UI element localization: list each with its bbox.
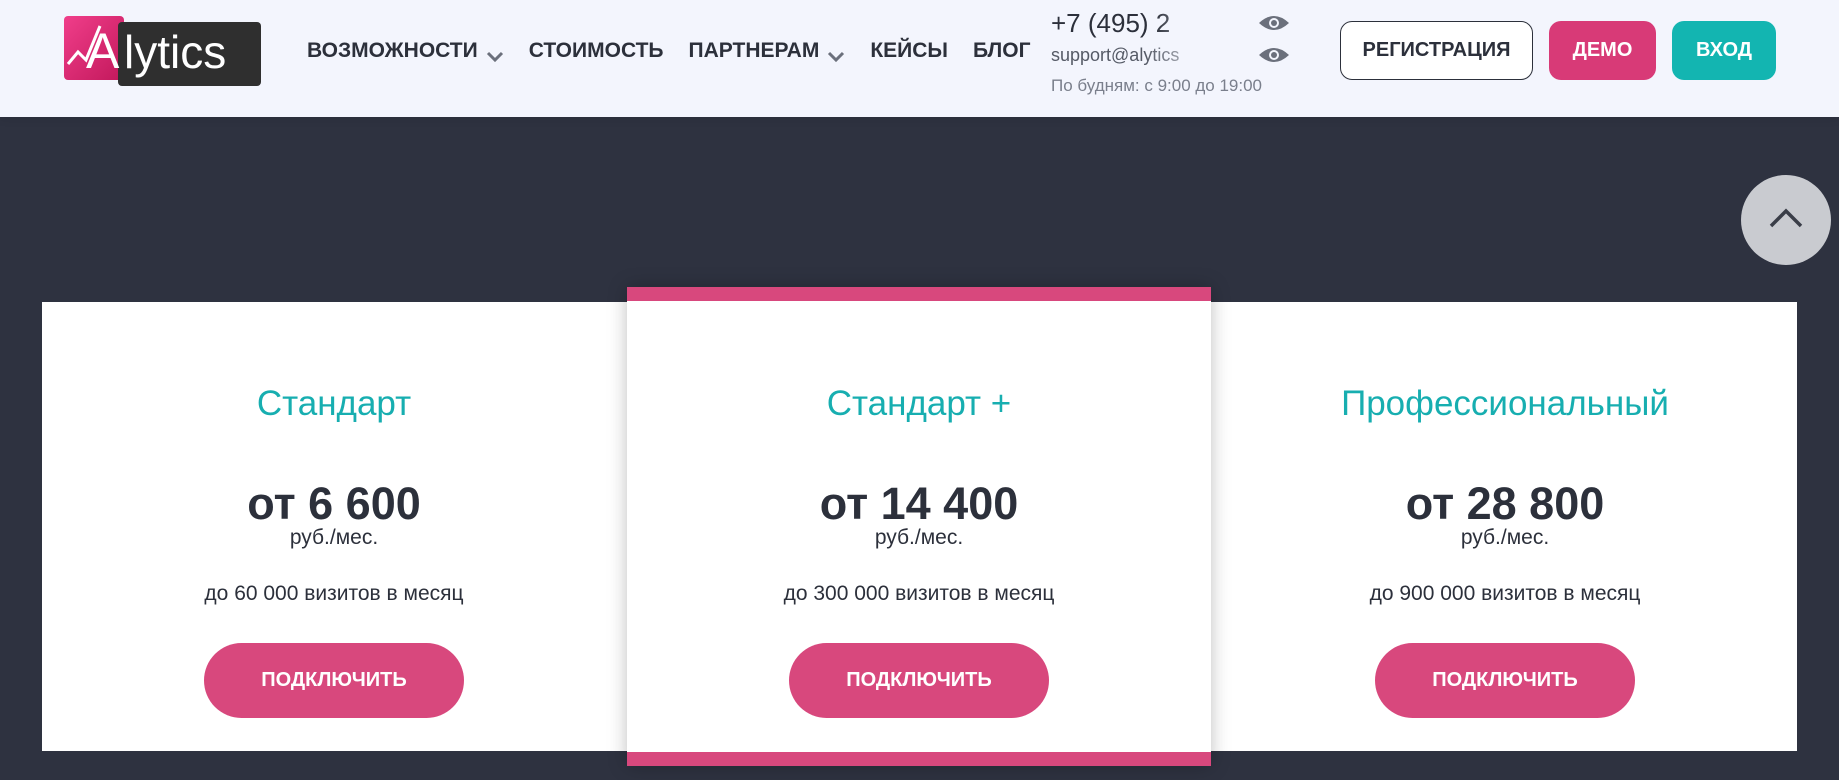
nav-item-label: СТОИМОСТЬ xyxy=(528,39,664,62)
plan-name: Стандарт + xyxy=(826,384,1012,423)
plan-name: Профессиональный xyxy=(1341,384,1669,423)
main-nav: ВОЗМОЖНОСТИ СТОИМОСТЬ ПАРТНЕРАМ КЕЙСЫ БЛ… xyxy=(307,0,1056,102)
chevron-up-icon xyxy=(1768,207,1804,234)
eye-icon[interactable] xyxy=(1257,45,1291,65)
plan-name: Стандарт xyxy=(256,384,412,423)
site-header: A lytics ВОЗМОЖНОСТИ СТОИМОСТЬ ПАРТНЕРАМ… xyxy=(0,0,1839,117)
chevron-down-icon xyxy=(827,45,845,63)
connect-button[interactable]: ПОДКЛЮЧИТЬ xyxy=(204,643,464,718)
nav-item-label: БЛОГ xyxy=(972,39,1031,62)
nav-item-cases[interactable]: КЕЙСЫ xyxy=(870,39,948,63)
nav-item-partners[interactable]: ПАРТНЕРАМ xyxy=(689,39,846,63)
nav-item-features[interactable]: ВОЗМОЖНОСТИ xyxy=(307,39,504,63)
nav-item-label: ВОЗМОЖНОСТИ xyxy=(307,39,478,62)
plan-price: от 28 800 xyxy=(1405,478,1605,529)
nav-item-label: КЕЙСЫ xyxy=(870,39,948,62)
scroll-to-top-button[interactable] xyxy=(1741,175,1831,265)
phone-number[interactable]: +7 (495) 2 xyxy=(1051,8,1224,39)
connect-button[interactable]: ПОДКЛЮЧИТЬ xyxy=(789,643,1049,718)
plan-visits: до 60 000 визитов в месяц xyxy=(204,582,464,605)
svg-text:lytics: lytics xyxy=(124,26,226,78)
svg-text:A: A xyxy=(86,23,120,79)
contact-info: +7 (495) 2 support@alytics По будням: с … xyxy=(1051,8,1291,96)
plan-visits: до 900 000 визитов в месяц xyxy=(1369,582,1641,605)
plan-card-professional: Профессиональный от 28 800 руб./мес. до … xyxy=(1213,302,1797,751)
demo-button[interactable]: ДЕМО xyxy=(1549,21,1656,80)
alytics-logo[interactable]: A lytics xyxy=(64,16,261,86)
price-unit: руб./мес. xyxy=(289,526,379,549)
support-email[interactable]: support@alytics xyxy=(1051,45,1224,66)
plan-visits: до 300 000 визитов в месяц xyxy=(783,582,1055,605)
plan-price: от 14 400 xyxy=(819,478,1019,529)
working-hours: По будням: с 9:00 до 19:00 xyxy=(1051,76,1263,95)
nav-item-pricing[interactable]: СТОИМОСТЬ xyxy=(529,39,664,63)
price-unit: руб./мес. xyxy=(1460,526,1550,549)
nav-item-blog[interactable]: БЛОГ xyxy=(973,39,1031,63)
eye-icon[interactable] xyxy=(1257,13,1291,33)
register-button[interactable]: РЕГИСТРАЦИЯ xyxy=(1340,21,1533,80)
connect-button[interactable]: ПОДКЛЮЧИТЬ xyxy=(1375,643,1635,718)
plan-card-standard-plus: Стандарт + от 14 400 руб./мес. до 300 00… xyxy=(627,287,1211,766)
nav-item-label: ПАРТНЕРАМ xyxy=(688,39,820,62)
chevron-down-icon xyxy=(486,45,504,63)
plan-price: от 6 600 xyxy=(247,478,421,529)
plan-card-standard: Стандарт от 6 600 руб./мес. до 60 000 ви… xyxy=(42,302,626,751)
login-button[interactable]: ВХОД xyxy=(1672,21,1776,80)
price-unit: руб./мес. xyxy=(874,526,964,549)
